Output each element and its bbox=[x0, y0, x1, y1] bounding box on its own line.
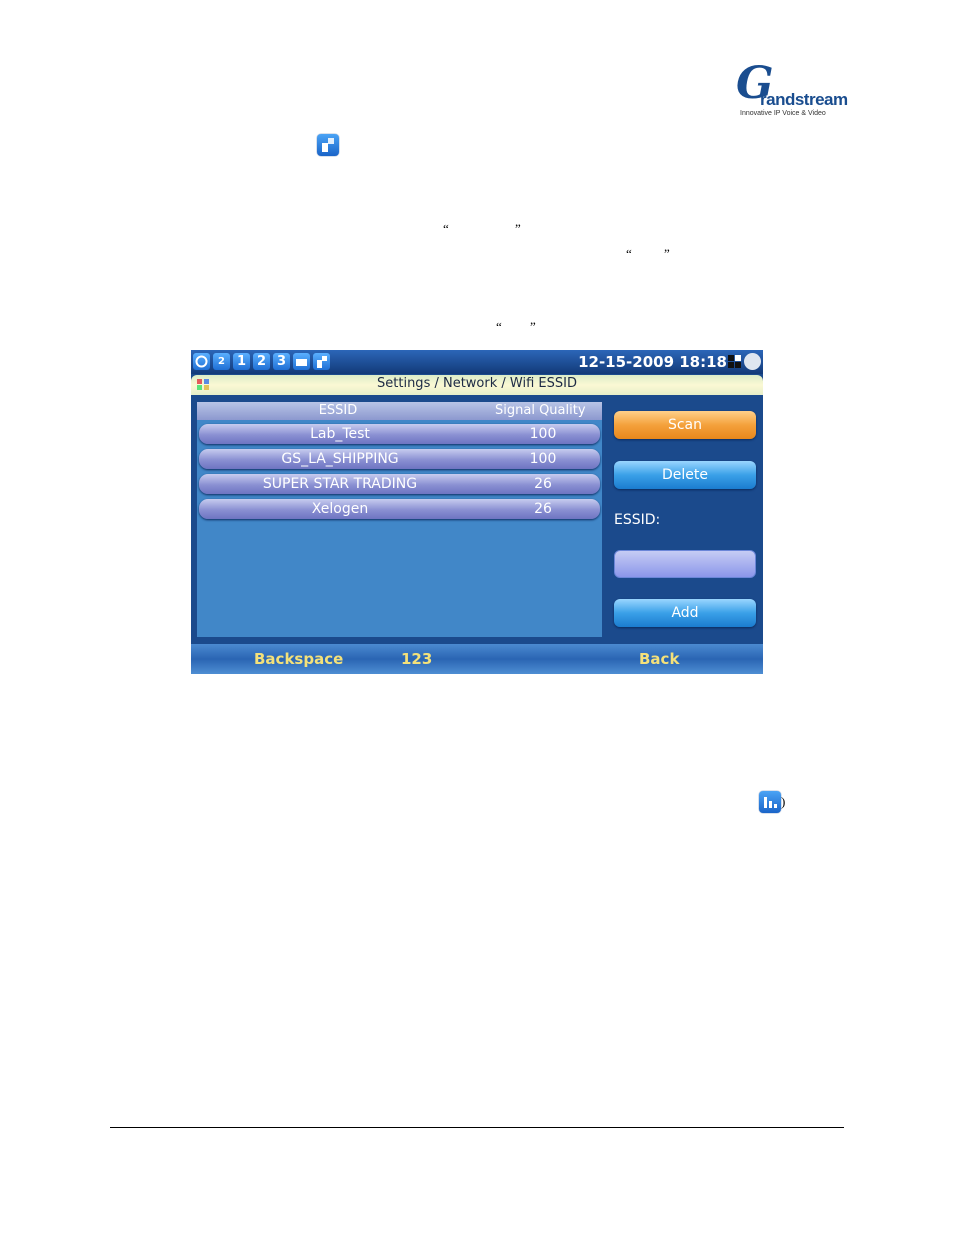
grid-icon bbox=[728, 355, 741, 368]
title-bar: Settings / Network / Wifi ESSID bbox=[191, 375, 763, 395]
column-signal-quality: Signal Quality bbox=[495, 403, 586, 418]
close-quote-2: ” bbox=[664, 246, 670, 261]
speaker-label: 2 bbox=[218, 356, 225, 367]
close-quote-1: ” bbox=[515, 221, 521, 236]
logo-word: randstream bbox=[760, 90, 848, 109]
trailing-paren: ) bbox=[781, 794, 786, 809]
status-bar: 2 1 2 3 12-15-2009 18:18 bbox=[191, 350, 763, 374]
row-essid: GS_LA_SHIPPING bbox=[281, 451, 399, 467]
page-title: Settings / Network / Wifi ESSID bbox=[377, 376, 577, 391]
wifi-setting-icon bbox=[317, 134, 339, 156]
row-signal: 100 bbox=[529, 426, 557, 442]
status-datetime: 12-15-2009 18:18 bbox=[578, 353, 727, 371]
line-1-icon[interactable]: 1 bbox=[233, 353, 250, 370]
folder-icon bbox=[293, 353, 310, 370]
add-button[interactable]: Add bbox=[614, 599, 756, 627]
essid-list: ESSID Signal Quality Lab_Test 100 GS_LA_… bbox=[197, 402, 602, 637]
column-essid: ESSID bbox=[318, 403, 358, 418]
row-signal: 26 bbox=[534, 501, 552, 517]
essid-input[interactable] bbox=[614, 550, 756, 578]
speaker-icon: 2 bbox=[213, 353, 230, 370]
footer-divider bbox=[110, 1127, 844, 1128]
open-quote-3: “ bbox=[496, 319, 502, 334]
line-2-icon[interactable]: 2 bbox=[253, 353, 270, 370]
back-softkey[interactable]: Back bbox=[639, 649, 679, 669]
device-screen: 2 1 2 3 12-15-2009 18:18 Settings / Netw… bbox=[191, 350, 763, 674]
signal-status-icon bbox=[759, 791, 781, 813]
message-icon bbox=[744, 353, 761, 370]
row-signal: 100 bbox=[529, 451, 557, 467]
table-row[interactable]: GS_LA_SHIPPING 100 bbox=[199, 449, 600, 469]
softkey-bar: Backspace 123 Back bbox=[191, 644, 763, 674]
backspace-softkey[interactable]: Backspace bbox=[254, 649, 343, 669]
row-essid: Lab_Test bbox=[310, 426, 370, 442]
line-3-icon[interactable]: 3 bbox=[273, 353, 290, 370]
scan-button[interactable]: Scan bbox=[614, 411, 756, 439]
open-quote-2: “ bbox=[626, 246, 632, 261]
wifi-icon bbox=[313, 353, 330, 370]
row-signal: 26 bbox=[534, 476, 552, 492]
table-row[interactable]: Lab_Test 100 bbox=[199, 424, 600, 444]
table-header: ESSID Signal Quality bbox=[197, 402, 602, 420]
table-row[interactable]: Xelogen 26 bbox=[199, 499, 600, 519]
essid-label: ESSID: bbox=[614, 512, 661, 528]
delete-button[interactable]: Delete bbox=[614, 461, 756, 489]
close-quote-3: ” bbox=[530, 319, 536, 334]
table-row[interactable]: SUPER STAR TRADING 26 bbox=[199, 474, 600, 494]
input-mode-softkey[interactable]: 123 bbox=[401, 649, 432, 669]
logo-tagline: Innovative IP Voice & Video bbox=[740, 110, 826, 117]
row-essid: Xelogen bbox=[311, 501, 369, 517]
row-essid: SUPER STAR TRADING bbox=[262, 476, 418, 492]
sync-icon bbox=[193, 353, 210, 370]
grandstream-logo: G randstream Innovative IP Voice & Video bbox=[736, 62, 848, 122]
open-quote-1: “ bbox=[443, 221, 449, 236]
